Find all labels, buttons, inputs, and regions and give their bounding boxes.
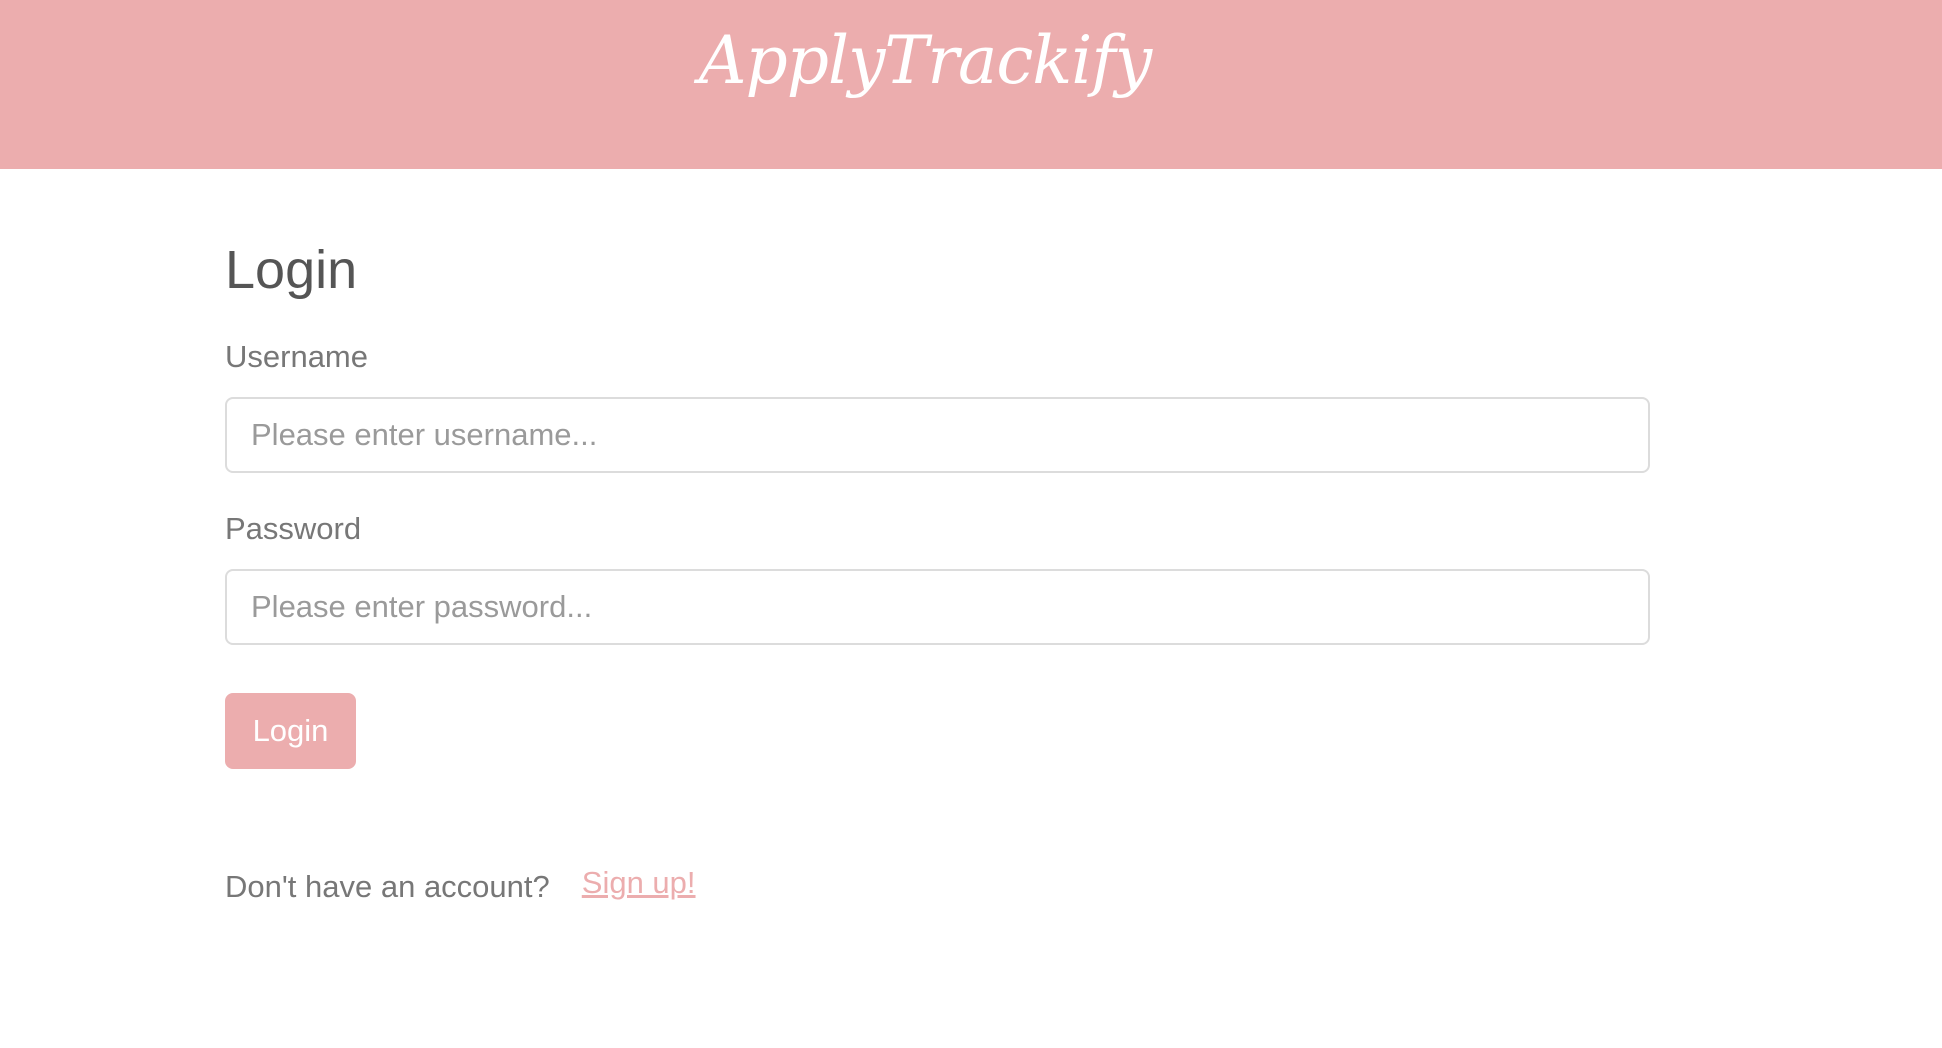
login-button[interactable]: Login [225, 693, 356, 769]
page-title: Login [225, 240, 358, 300]
signup-link[interactable]: Sign up! [582, 865, 696, 900]
signup-row: Don't have an account? Sign up! [225, 865, 696, 905]
username-label: Username [225, 339, 368, 374]
username-input[interactable] [225, 397, 1650, 473]
password-input[interactable] [225, 569, 1650, 645]
password-label: Password [225, 511, 362, 546]
brand-logo[interactable]: ApplyTrackify [0, 22, 1850, 99]
top-header: ApplyTrackify [0, 0, 1942, 169]
signup-prompt: Don't have an account? [225, 869, 550, 904]
